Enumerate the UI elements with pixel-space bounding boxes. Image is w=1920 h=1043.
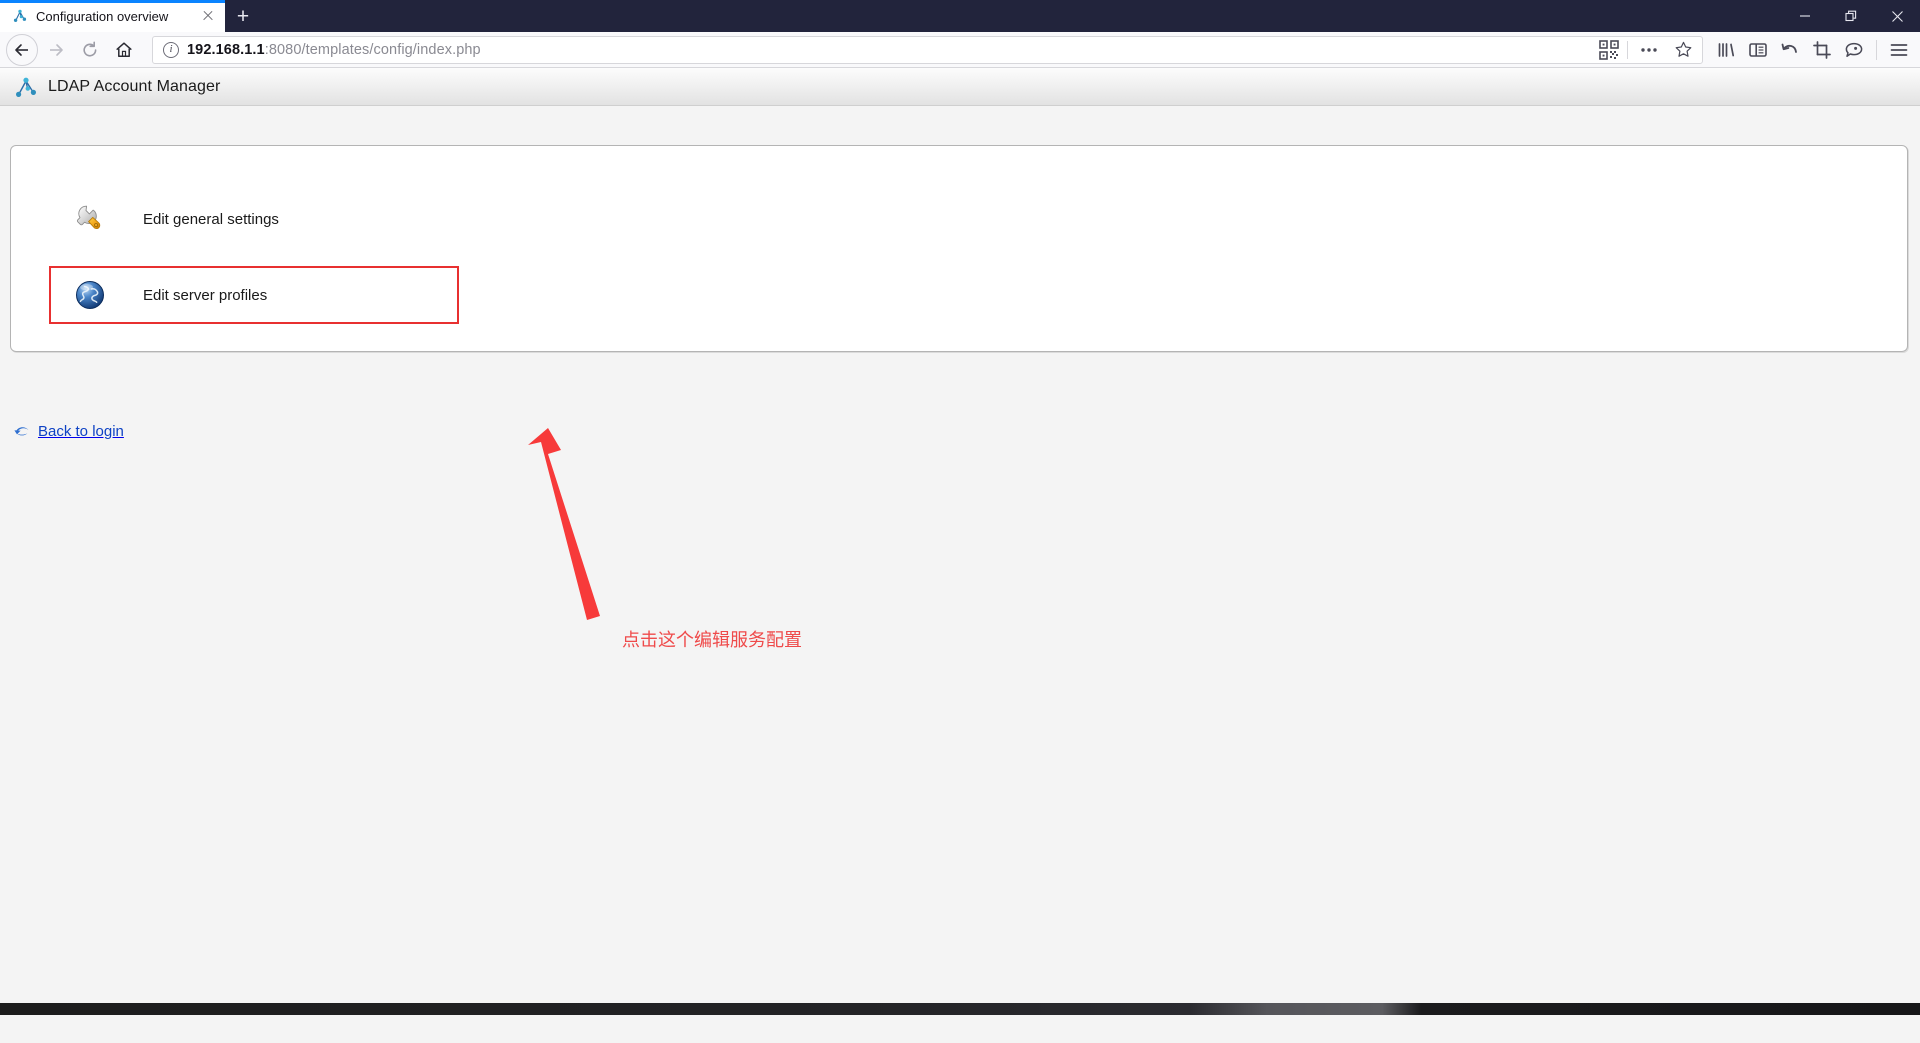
url-host: 192.168.1.1 <box>187 41 265 58</box>
wrench-icon <box>76 205 101 230</box>
url-path: :8080/templates/config/index.php <box>264 41 481 58</box>
window-controls <box>1782 0 1920 32</box>
toolbar-divider <box>1876 39 1877 60</box>
tab-title: Configuration overview <box>36 8 169 24</box>
speech-bubble-icon <box>1845 42 1863 57</box>
back-to-login-link[interactable]: Back to login <box>14 423 124 440</box>
tab-strip-empty-area <box>261 0 1782 32</box>
back-arrow-icon <box>15 43 28 56</box>
crop-icon <box>1813 40 1831 59</box>
url-input[interactable]: 192.168.1.1:8080/templates/config/index.… <box>187 42 1591 58</box>
menu-item-edit-general-settings[interactable]: Edit general settings <box>51 190 457 248</box>
undo-close-tab-button[interactable] <box>1775 35 1805 65</box>
tab-strip: Configuration overview + <box>0 0 1920 32</box>
bottom-status-strip <box>0 1003 1920 1015</box>
home-button[interactable] <box>108 34 140 66</box>
ellipsis-icon <box>1641 47 1657 52</box>
browser-tab[interactable]: Configuration overview <box>0 0 225 32</box>
qr-code-icon[interactable] <box>1599 39 1619 60</box>
restore-button[interactable] <box>1828 0 1874 32</box>
app-menu-button[interactable] <box>1884 35 1914 65</box>
back-to-login-label: Back to login <box>38 423 124 440</box>
minimize-icon <box>1800 15 1810 17</box>
hamburger-icon <box>1890 43 1908 56</box>
info-circle-icon[interactable]: i <box>163 41 179 58</box>
navigation-toolbar: i 192.168.1.1:8080/templates/config/inde… <box>0 32 1920 68</box>
minimize-button[interactable] <box>1782 0 1828 32</box>
forward-button[interactable] <box>40 34 72 66</box>
menu-item-label: Edit server profiles <box>143 286 268 304</box>
configuration-menu: Edit general settings Edit server profil… <box>11 146 1907 324</box>
url-bar[interactable]: i 192.168.1.1:8080/templates/config/inde… <box>152 35 1703 64</box>
lam-tree-favicon <box>13 9 27 22</box>
reload-button[interactable] <box>74 34 106 66</box>
globe-icon <box>76 281 104 309</box>
bookmark-button[interactable] <box>1670 38 1696 62</box>
star-icon <box>1675 41 1691 57</box>
lam-tree-logo <box>16 77 36 97</box>
new-tab-button[interactable]: + <box>225 0 261 32</box>
browser-chrome: Configuration overview + i 192.168.1.1:8… <box>0 0 1920 68</box>
browser-toolbar-right <box>1711 35 1914 65</box>
app-header: LDAP Account Manager <box>0 68 1920 106</box>
menu-item-edit-server-profiles[interactable]: Edit server profiles <box>49 266 459 324</box>
page-content: LDAP Account Manager Edit general settin… <box>0 68 1920 1015</box>
restore-icon <box>1844 10 1856 21</box>
library-button[interactable] <box>1711 35 1741 65</box>
reload-icon <box>83 40 97 57</box>
back-curved-arrow-icon <box>14 426 29 435</box>
sidebar-button[interactable] <box>1743 35 1773 65</box>
back-button[interactable] <box>6 33 38 66</box>
annotation-note: 点击这个编辑服务配置 <box>622 630 802 651</box>
sidebar-icon <box>1749 42 1767 57</box>
screenshot-button[interactable] <box>1807 35 1837 65</box>
url-divider <box>1627 40 1628 59</box>
undo-arrow-icon <box>1781 43 1797 53</box>
configuration-overview-panel: Edit general settings Edit server profil… <box>10 145 1908 352</box>
close-icon <box>1891 10 1903 22</box>
home-icon <box>116 41 132 57</box>
menu-item-label: Edit general settings <box>143 210 279 228</box>
tab-close-icon[interactable] <box>199 7 217 25</box>
close-window-button[interactable] <box>1874 0 1920 32</box>
library-icon <box>1718 42 1735 57</box>
forward-arrow-icon <box>50 43 63 56</box>
app-title: LDAP Account Manager <box>48 77 221 95</box>
annotation-arrow <box>528 428 600 620</box>
feedback-button[interactable] <box>1839 35 1869 65</box>
page-actions-button[interactable] <box>1636 38 1662 62</box>
